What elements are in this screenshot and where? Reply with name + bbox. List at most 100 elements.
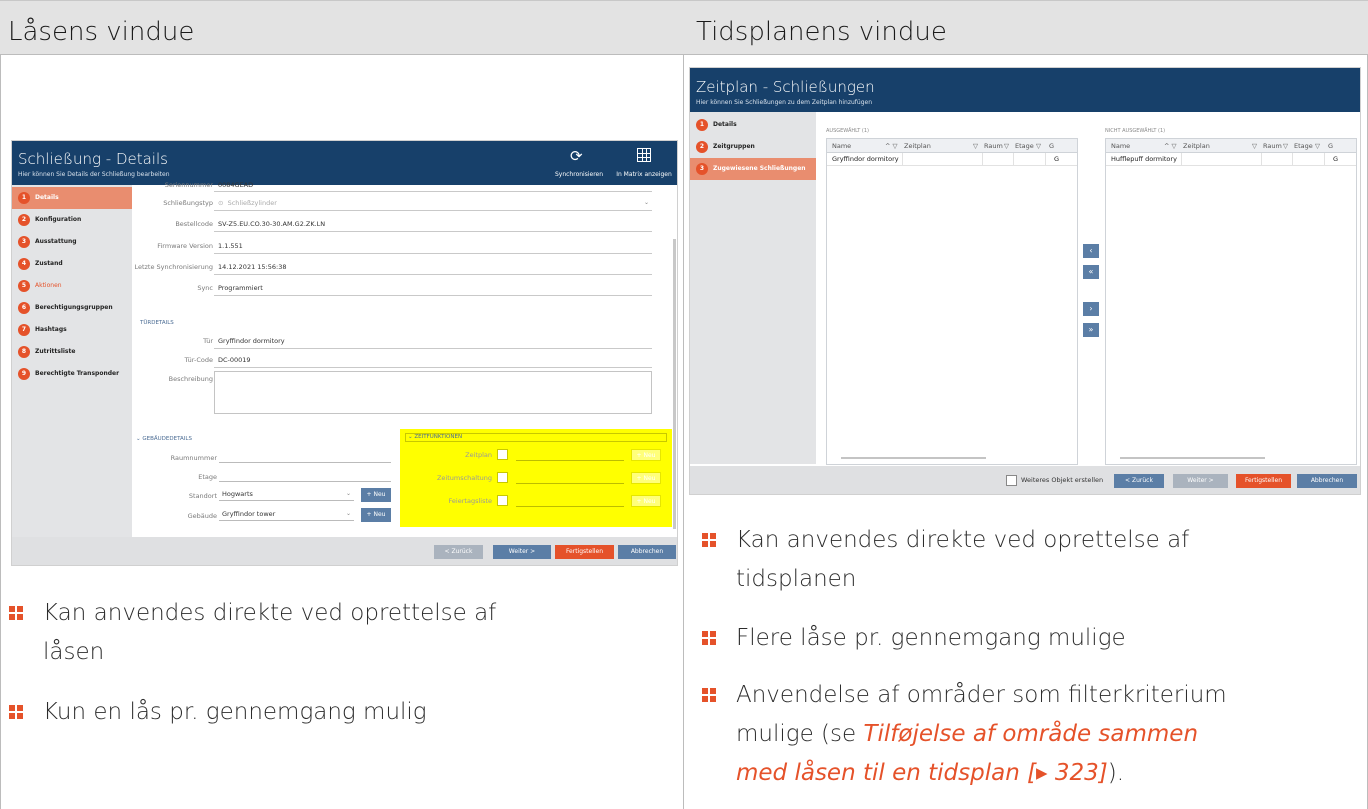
bullet-icon xyxy=(702,631,717,646)
field-label: Tür-Code xyxy=(184,356,213,364)
cross-reference-link[interactable]: Tilføjelse af område sammen xyxy=(863,721,1198,747)
selected-locks-grid[interactable]: Name ^ ▽ Zeitplan ▽ Raum ▽ Etage ▽ G Gry… xyxy=(826,138,1078,465)
lock-type-select[interactable]: ⊙ Schließzylinder xyxy=(218,199,277,207)
column-header[interactable]: Raum xyxy=(984,139,1003,153)
lock-window-titlebar: Schließung - Details Hier können Sie Det… xyxy=(12,141,677,185)
back-button[interactable]: < Zurück xyxy=(1114,474,1164,488)
time-switch-select[interactable] xyxy=(516,472,624,484)
filter-icon[interactable]: ▽ xyxy=(1252,139,1257,153)
move-all-right-button[interactable]: » xyxy=(1083,323,1099,337)
row-name: Gryffindor dormitory xyxy=(832,155,899,163)
step-label: Zustand xyxy=(35,260,63,267)
schedule-select[interactable] xyxy=(516,449,624,461)
cross-reference-link-cont[interactable]: med låsen til en tidsplan [▸ 323] xyxy=(736,760,1108,786)
new-building-button[interactable]: + Neu xyxy=(361,508,391,522)
scroll-thumb[interactable] xyxy=(841,457,987,459)
step-label: Zeitgruppen xyxy=(713,143,755,150)
bullet-line: med låsen til en tidsplan [▸ 323]). xyxy=(702,754,1362,793)
door-code-input[interactable]: DC-00019 xyxy=(218,356,251,364)
new-site-button[interactable]: + Neu xyxy=(361,488,391,502)
next-button[interactable]: Weiter > xyxy=(493,545,551,559)
room-number-input[interactable] xyxy=(219,451,391,463)
step-number: 5 xyxy=(18,280,30,292)
time-field-label: Zeitplan xyxy=(465,451,492,459)
next-button[interactable]: Weiter > xyxy=(1173,474,1228,488)
bullet-line: Kun en lås pr. gennemgang mulig xyxy=(43,699,427,725)
lock-step-berechtigungsgruppen[interactable]: 6 Berechtigungsgruppen xyxy=(12,297,132,319)
grid-header: Name ^ ▽ Zeitplan ▽ Raum ▽ Etage ▽ G xyxy=(1106,139,1356,153)
move-left-button[interactable]: ‹ xyxy=(1083,244,1099,258)
field-underline xyxy=(214,348,652,349)
show-in-matrix-button[interactable]: In Matrix anzeigen xyxy=(612,145,676,181)
cancel-button[interactable]: Abbrechen xyxy=(1297,474,1357,488)
filter-icon[interactable]: ▽ xyxy=(973,139,978,153)
filter-icon[interactable]: ▽ xyxy=(1283,139,1288,153)
holiday-list-select[interactable] xyxy=(516,495,624,507)
back-button[interactable]: < Zurück xyxy=(434,545,483,559)
finish-button[interactable]: Fertigstellen xyxy=(555,545,614,559)
lock-step-aktionen[interactable]: 5 Aktionen xyxy=(12,275,132,297)
filter-icon[interactable]: ▽ xyxy=(1036,139,1041,153)
lock-step-zutrittsliste[interactable]: 8 Zutrittsliste xyxy=(12,341,132,363)
cell-divider xyxy=(902,153,903,166)
move-right-button[interactable]: › xyxy=(1083,302,1099,316)
create-another-checkbox[interactable] xyxy=(1006,475,1017,486)
table-row[interactable]: Gryffindor dormitory G xyxy=(827,153,1077,166)
grid-hscrollbar[interactable] xyxy=(831,456,1073,460)
new-holiday-list-button[interactable]: + Neu xyxy=(631,495,661,507)
not-selected-grid-label: NICHT AUSGEWÄHLT (1) xyxy=(1105,128,1166,134)
building-section-label: GEBÄUDEDETAILS xyxy=(142,436,192,442)
new-time-switch-button[interactable]: + Neu xyxy=(631,472,661,484)
column-header[interactable]: Zeitplan xyxy=(904,139,931,153)
column-header[interactable]: Etage xyxy=(1015,139,1034,153)
field-value: SV-Z5.EU.CO.30-30.AM.G2.ZK.LN xyxy=(218,220,326,228)
row-last-col: G xyxy=(1333,155,1339,163)
lock-step-konfiguration[interactable]: 2 Konfiguration xyxy=(12,209,132,231)
floor-input[interactable] xyxy=(219,470,391,482)
schedule-step-details[interactable]: 1 Details xyxy=(690,114,816,136)
filter-icon[interactable]: ▽ xyxy=(1004,139,1009,153)
lock-step-zustand[interactable]: 4 Zustand xyxy=(12,253,132,275)
time-field-label: Feiertagsliste xyxy=(448,497,492,505)
column-header[interactable]: G xyxy=(1328,139,1333,153)
form-scrollbar[interactable] xyxy=(673,239,676,529)
time-switch-checkbox[interactable] xyxy=(497,472,508,483)
description-textarea[interactable] xyxy=(214,371,652,414)
matrix-label: In Matrix anzeigen xyxy=(616,171,672,178)
sort-filter-icon[interactable]: ^ ▽ xyxy=(1164,139,1177,153)
move-all-left-button[interactable]: « xyxy=(1083,265,1099,279)
site-select[interactable]: Hogwarts xyxy=(219,489,354,501)
step-number: 9 xyxy=(18,368,30,380)
lock-details-form: Seriennummer 0084GEAD Schließungstyp ⊙ S… xyxy=(132,181,677,537)
schedule-checkbox[interactable] xyxy=(497,449,508,460)
schedule-step-time-groups[interactable]: 2 Zeitgruppen xyxy=(690,136,816,158)
cancel-button[interactable]: Abbrechen xyxy=(618,545,676,559)
table-row[interactable]: Hufflepuff dormitory G xyxy=(1106,153,1356,166)
grid-hscrollbar[interactable] xyxy=(1110,456,1352,460)
lock-step-berechtigte-transponder[interactable]: 9 Berechtigte Transponder xyxy=(12,363,132,385)
column-header[interactable]: Raum xyxy=(1263,139,1282,153)
building-select[interactable]: Gryffindor tower xyxy=(219,509,354,521)
column-header[interactable]: Name xyxy=(832,139,851,153)
lock-step-details[interactable]: 1 Details xyxy=(12,187,132,209)
door-input[interactable]: Gryffindor dormitory xyxy=(218,337,285,345)
lock-step-hashtags[interactable]: 7 Hashtags xyxy=(12,319,132,341)
field-label: Raumnummer xyxy=(170,454,217,462)
not-selected-locks-grid[interactable]: Name ^ ▽ Zeitplan ▽ Raum ▽ Etage ▽ G Huf… xyxy=(1105,138,1357,465)
holiday-list-checkbox[interactable] xyxy=(497,495,508,506)
column-header[interactable]: G xyxy=(1049,139,1054,153)
new-schedule-button[interactable]: + Neu xyxy=(631,449,661,461)
filter-icon[interactable]: ▽ xyxy=(1315,139,1320,153)
scroll-thumb[interactable] xyxy=(1120,457,1266,459)
field-label: Etage xyxy=(198,473,217,481)
sort-filter-icon[interactable]: ^ ▽ xyxy=(885,139,898,153)
finish-button[interactable]: Fertigstellen xyxy=(1236,474,1291,488)
step-number: 6 xyxy=(18,302,30,314)
lock-step-ausstattung[interactable]: 3 Ausstattung xyxy=(12,231,132,253)
sync-button[interactable]: ⟳ Synchronisieren xyxy=(554,145,604,181)
column-header[interactable]: Zeitplan xyxy=(1183,139,1210,153)
column-header[interactable]: Etage xyxy=(1294,139,1313,153)
column-header[interactable]: Name xyxy=(1111,139,1130,153)
field-value: 1.1.551 xyxy=(218,242,243,250)
schedule-step-assigned-locks[interactable]: 3 Zugewiesene Schließungen xyxy=(690,158,816,180)
